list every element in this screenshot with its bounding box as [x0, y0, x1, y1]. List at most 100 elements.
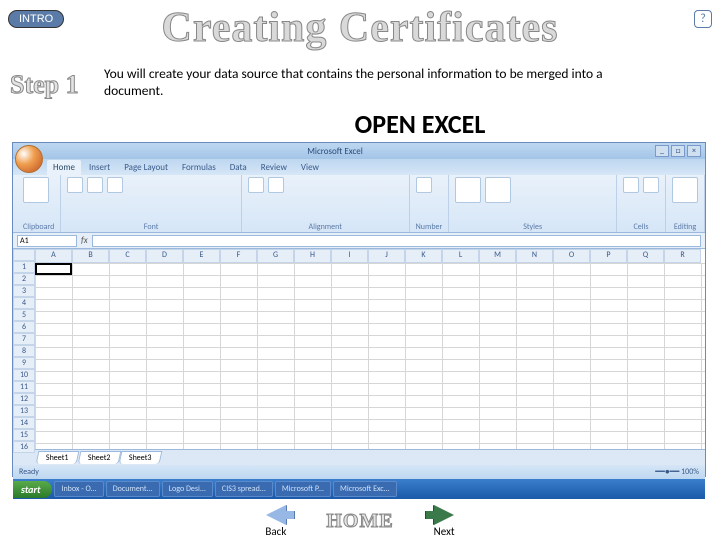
align-icon[interactable] — [248, 177, 264, 193]
wrap-icon[interactable] — [268, 177, 284, 193]
col-header[interactable]: B — [72, 249, 109, 263]
home-button[interactable]: HOME — [326, 510, 393, 533]
row-header[interactable]: 9 — [13, 357, 35, 369]
row-header[interactable]: 10 — [13, 369, 35, 381]
name-box[interactable]: A1 — [17, 235, 77, 247]
app-title: Microsoft Excel — [307, 146, 363, 157]
taskbar-item[interactable]: CIS3 spread... — [215, 481, 273, 497]
home-label: HOME — [326, 510, 393, 533]
row-header[interactable]: 2 — [13, 273, 35, 285]
tab-formulas[interactable]: Formulas — [176, 160, 222, 175]
help-button[interactable]: ? — [694, 10, 712, 28]
step-label: Step 1 — [10, 70, 79, 100]
formula-input[interactable] — [92, 235, 701, 247]
row-header[interactable]: 13 — [13, 405, 35, 417]
status-bar: Ready ━━●━━ 100% — [13, 465, 705, 479]
tab-view[interactable]: View — [295, 160, 325, 175]
col-header[interactable]: E — [183, 249, 220, 263]
insert-cell-icon[interactable] — [623, 177, 639, 193]
bottom-nav: Back HOME Next — [0, 505, 720, 538]
row-header[interactable]: 7 — [13, 333, 35, 345]
maximize-button[interactable]: □ — [671, 145, 685, 157]
zoom-slider[interactable]: ━━●━━ 100% — [655, 467, 699, 477]
row-header[interactable]: 11 — [13, 381, 35, 393]
tab-insert[interactable]: Insert — [83, 160, 116, 175]
office-button[interactable] — [15, 145, 43, 173]
col-header[interactable]: F — [220, 249, 257, 263]
taskbar-item[interactable]: Inbox - O... — [54, 481, 103, 497]
minimize-button[interactable]: _ — [655, 145, 669, 157]
group-font: Font — [67, 222, 235, 232]
sheet-tabs: Sheet1 Sheet2 Sheet3 — [13, 449, 705, 465]
close-button[interactable]: × — [687, 145, 701, 157]
intro-button[interactable]: INTRO — [8, 10, 64, 28]
delete-cell-icon[interactable] — [643, 177, 659, 193]
back-button[interactable]: Back — [265, 505, 286, 538]
group-clipboard: Clipboard — [23, 222, 54, 232]
row-header[interactable]: 12 — [13, 393, 35, 405]
col-header[interactable]: K — [405, 249, 442, 263]
next-button[interactable]: Next — [434, 505, 455, 538]
col-header[interactable]: L — [442, 249, 479, 263]
font-icon[interactable] — [67, 177, 83, 193]
group-number: Number — [416, 222, 443, 232]
col-header[interactable]: O — [553, 249, 590, 263]
taskbar-item[interactable]: Microsoft Exc... — [333, 481, 397, 497]
tab-data[interactable]: Data — [224, 160, 253, 175]
find-icon[interactable] — [672, 177, 698, 203]
row-header[interactable]: 8 — [13, 345, 35, 357]
tab-review[interactable]: Review — [255, 160, 293, 175]
windows-taskbar: start Inbox - O... Document... Logo Desi… — [13, 479, 705, 499]
spreadsheet-grid[interactable]: 1 2 3 4 5 6 7 8 9 10 11 12 13 14 15 16 A… — [13, 249, 705, 449]
page-title: Creating Certificates — [0, 4, 720, 52]
action-heading: OPEN EXCEL — [0, 108, 720, 140]
italic-icon[interactable] — [107, 177, 123, 193]
arrow-right-icon — [434, 505, 454, 525]
tab-page-layout[interactable]: Page Layout — [118, 160, 174, 175]
col-header[interactable]: I — [331, 249, 368, 263]
col-header[interactable]: A — [35, 249, 72, 263]
taskbar-item[interactable]: Microsoft P... — [275, 481, 331, 497]
row-header[interactable]: 6 — [13, 321, 35, 333]
next-label: Next — [434, 525, 455, 538]
group-styles: Styles — [455, 222, 610, 232]
col-header[interactable]: H — [294, 249, 331, 263]
start-button[interactable]: start — [13, 481, 52, 498]
col-header[interactable]: P — [590, 249, 627, 263]
group-cells: Cells — [623, 222, 659, 232]
group-editing: Editing — [672, 222, 698, 232]
col-header[interactable]: D — [146, 249, 183, 263]
active-cell[interactable] — [35, 263, 72, 275]
cond-format-icon[interactable] — [455, 177, 481, 203]
ribbon-tabs: Home Insert Page Layout Formulas Data Re… — [13, 159, 705, 175]
select-all-corner[interactable] — [13, 249, 35, 261]
fx-label: fx — [81, 235, 88, 246]
sheet-tab[interactable]: Sheet1 — [36, 451, 79, 464]
row-header[interactable]: 4 — [13, 297, 35, 309]
sheet-tab[interactable]: Sheet3 — [119, 451, 162, 464]
col-header[interactable]: M — [479, 249, 516, 263]
taskbar-item[interactable]: Logo Desi... — [162, 481, 213, 497]
row-header[interactable]: 5 — [13, 309, 35, 321]
col-header[interactable]: Q — [627, 249, 664, 263]
row-header[interactable]: 1 — [13, 261, 35, 273]
col-header[interactable]: J — [368, 249, 405, 263]
number-icon[interactable] — [416, 177, 432, 193]
taskbar-item[interactable]: Document... — [106, 481, 160, 497]
row-header[interactable]: 16 — [13, 441, 35, 453]
row-header[interactable]: 15 — [13, 429, 35, 441]
row-header[interactable]: 14 — [13, 417, 35, 429]
row-header[interactable]: 3 — [13, 285, 35, 297]
status-text: Ready — [19, 467, 39, 477]
format-table-icon[interactable] — [485, 177, 511, 203]
col-header[interactable]: R — [664, 249, 701, 263]
ribbon: Clipboard Font Alignment Number Styles C… — [13, 175, 705, 233]
col-header[interactable]: C — [109, 249, 146, 263]
step-description: You will create your data source that co… — [104, 66, 664, 100]
col-header[interactable]: N — [516, 249, 553, 263]
col-header[interactable]: G — [257, 249, 294, 263]
tab-home[interactable]: Home — [47, 160, 81, 175]
paste-icon[interactable] — [23, 177, 49, 203]
sheet-tab[interactable]: Sheet2 — [77, 451, 120, 464]
bold-icon[interactable] — [87, 177, 103, 193]
